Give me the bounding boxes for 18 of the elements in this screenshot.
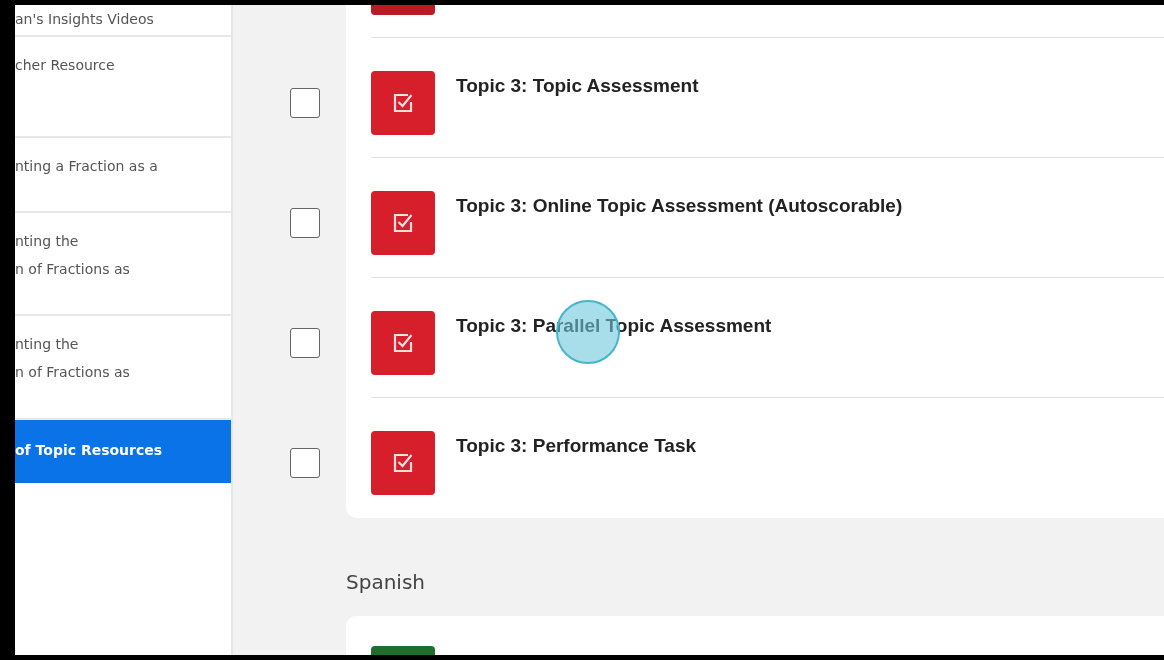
resource-title-link[interactable]: Topic 3: Performance Task (456, 431, 697, 457)
sidebar-item[interactable]: an's Insights Videos (15, 5, 231, 37)
checkbox[interactable] (290, 448, 320, 478)
section-heading: Spanish (346, 570, 426, 594)
resource-title-link[interactable]: Topic 3: Topic Assessment (456, 71, 699, 97)
sidebar-item[interactable]: of Topic Resources (15, 420, 231, 483)
checkbox-icon[interactable] (371, 191, 435, 255)
sidebar-item[interactable]: nting a Fraction as a (15, 138, 231, 213)
checkbox[interactable] (290, 88, 320, 118)
assessment-icon (371, 5, 435, 15)
sidebar-item[interactable]: cher Resource (15, 37, 231, 138)
checkbox[interactable] (290, 208, 320, 238)
checkbox-icon[interactable] (371, 71, 435, 135)
checkbox-icon[interactable] (371, 311, 435, 375)
sidebar-item[interactable]: nting the n of Fractions as (15, 213, 231, 316)
checkbox[interactable] (290, 328, 320, 358)
checkbox-icon[interactable] (371, 431, 435, 495)
resource-title-link[interactable]: Topic 3: Online Topic Assessment (Autoscorable) (456, 191, 903, 217)
